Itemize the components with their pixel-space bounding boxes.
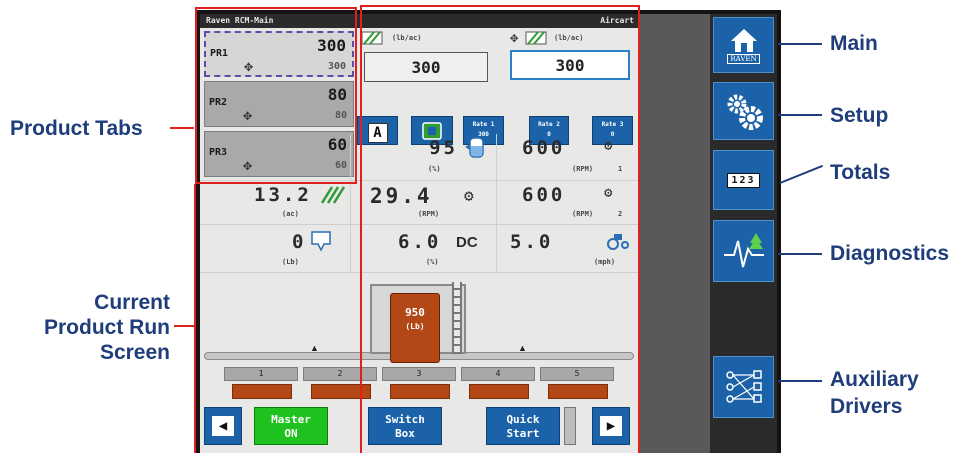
auxiliary-drivers-icon bbox=[725, 370, 762, 403]
auxiliary-leader bbox=[778, 380, 822, 382]
home-icon bbox=[730, 28, 757, 52]
previous-page-button[interactable]: ◀ bbox=[204, 407, 242, 445]
run-screen-highlight-left bbox=[194, 184, 196, 453]
section-label-1: 1 bbox=[224, 367, 298, 381]
callout-current-run-line2: Product Run bbox=[44, 316, 170, 339]
section-bar bbox=[232, 384, 292, 399]
master-switch-button[interactable]: Master ON bbox=[254, 407, 328, 445]
totals-leader bbox=[779, 164, 824, 184]
callout-auxiliary-line2: Drivers bbox=[830, 395, 903, 418]
run-screen-highlight bbox=[360, 5, 640, 453]
setup-leader bbox=[778, 114, 822, 116]
main-leader bbox=[778, 43, 822, 45]
callout-current-run-line3: Screen bbox=[99, 341, 170, 364]
area-value: 13.2 bbox=[254, 184, 312, 206]
master-state: ON bbox=[284, 427, 298, 440]
callout-current-run-leader bbox=[174, 325, 194, 327]
callout-main: Main bbox=[830, 32, 878, 55]
product-weight-unit: (Lb) bbox=[282, 258, 299, 266]
raven-logo: RAVEN bbox=[727, 53, 760, 64]
callout-current-run-line1: Current bbox=[94, 291, 170, 314]
diagnostics-leader bbox=[778, 253, 822, 255]
auxiliary-drivers-button[interactable] bbox=[713, 356, 774, 418]
callout-diagnostics: Diagnostics bbox=[830, 242, 950, 265]
master-label: Master bbox=[271, 413, 311, 426]
callout-product-tabs: Product Tabs bbox=[10, 117, 143, 140]
callout-setup: Setup bbox=[830, 104, 889, 127]
diagnostics-button[interactable] bbox=[713, 220, 774, 282]
main-button[interactable]: RAVEN bbox=[713, 17, 774, 73]
callout-current-run: Current Product Run Screen bbox=[0, 290, 170, 365]
sidebar: RAVEN 123 bbox=[710, 14, 777, 453]
bin-discharge-icon bbox=[311, 231, 331, 252]
diagnostics-icon bbox=[723, 233, 764, 268]
area-unit: (ac) bbox=[282, 210, 299, 218]
callout-product-tabs-leader bbox=[170, 127, 194, 129]
counter-icon: 123 bbox=[727, 172, 760, 188]
product-tabs-highlight bbox=[195, 7, 357, 184]
setup-button[interactable] bbox=[713, 82, 774, 140]
totals-button[interactable]: 123 bbox=[713, 150, 774, 210]
area-readout: 13.2 (ac) bbox=[210, 182, 348, 222]
arrow-left-icon: ◀ bbox=[212, 416, 234, 436]
boom-marker-left: ▲ bbox=[310, 343, 319, 353]
callout-auxiliary-line1: Auxiliary bbox=[830, 368, 919, 391]
product-weight-value: 0 bbox=[292, 231, 307, 253]
product-weight-readout: 0 (Lb) bbox=[210, 226, 348, 270]
gears-icon bbox=[727, 94, 763, 130]
center-gray-panel bbox=[640, 14, 710, 453]
area-icon bbox=[320, 186, 346, 204]
callout-totals: Totals bbox=[830, 161, 891, 184]
